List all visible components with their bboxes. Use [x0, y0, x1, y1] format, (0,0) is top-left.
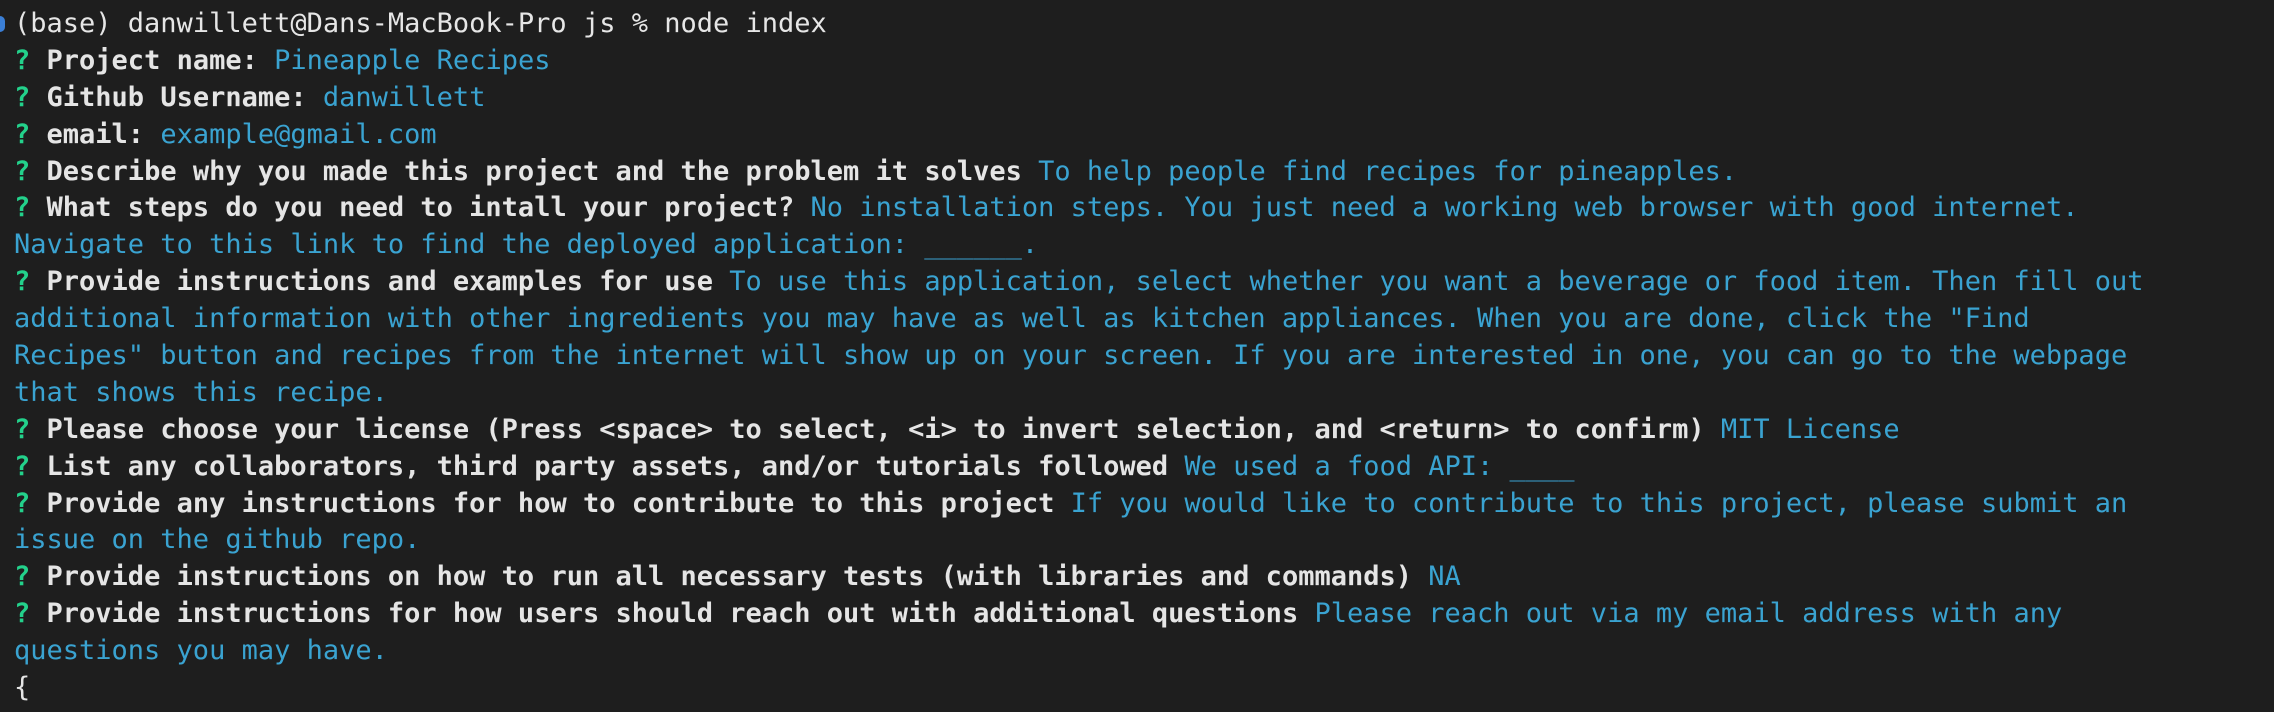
question-mark-icon: ? — [14, 118, 31, 150]
question-line-description: ? Describe why you made this project and… — [14, 154, 2274, 191]
question-label: Github Username: — [46, 81, 307, 113]
question-label: email: — [46, 118, 145, 150]
question-label: Please choose your license (Press <space… — [46, 413, 1705, 445]
answer-text: MIT License — [1720, 413, 1900, 445]
answer-text: Pineapple Recipes — [274, 44, 551, 76]
question-label: Provide instructions and examples for us… — [46, 266, 714, 298]
shell-prompt-line: (base) danwillett@Dans-MacBook-Pro js % … — [14, 8, 827, 39]
question-mark-icon: ? — [14, 192, 31, 224]
answer-text: NA — [1428, 561, 1461, 593]
answer-text: To use this application, select whether … — [729, 266, 2144, 298]
answer-text: Please reach out via my email address wi… — [1314, 598, 2063, 630]
answer-continuation: Navigate to this link to find the deploy… — [14, 229, 1039, 261]
trailing-output: { — [14, 672, 31, 704]
answer-text: danwillett — [322, 81, 486, 113]
question-mark-icon: ? — [14, 155, 31, 187]
question-label: Provide instructions for how users shoul… — [46, 598, 1299, 630]
question-line-email: ? email: example@gmail.com — [14, 117, 2274, 154]
question-line-license: ? Please choose your license (Press <spa… — [14, 412, 2274, 449]
answer-continuation: questions you may have. — [14, 635, 388, 667]
question-mark-icon: ? — [14, 81, 31, 113]
question-mark-icon: ? — [14, 266, 31, 298]
question-mark-icon: ? — [14, 450, 31, 482]
prompt-marker-icon — [0, 16, 5, 32]
question-label: Describe why you made this project and t… — [46, 155, 1022, 187]
question-label: List any collaborators, third party asse… — [46, 450, 1169, 482]
answer-text: We used a food API: ____ — [1184, 450, 1575, 482]
question-mark-icon: ? — [14, 487, 31, 519]
answer-continuation: issue on the github repo. — [14, 524, 421, 556]
question-label: Provide any instructions for how to cont… — [46, 487, 1055, 519]
question-mark-icon: ? — [14, 561, 31, 593]
question-line-tests: ? Provide instructions on how to run all… — [14, 559, 2274, 596]
question-mark-icon: ? — [14, 44, 31, 76]
question-label: Provide instructions on how to run all n… — [46, 561, 1412, 593]
question-line-github-username: ? Github Username: danwillett — [14, 80, 2274, 117]
question-label: What steps do you need to intall your pr… — [46, 192, 795, 224]
question-line-project-name: ? Project name: Pineapple Recipes — [14, 43, 2274, 80]
question-line-usage: ? Provide instructions and examples for … — [14, 264, 2274, 301]
answer-text: To help people find recipes for pineappl… — [1038, 155, 1738, 187]
answer-continuation: that shows this recipe. — [14, 376, 388, 408]
question-mark-icon: ? — [14, 598, 31, 630]
question-line-credits: ? List any collaborators, third party as… — [14, 449, 2274, 486]
answer-text: example@gmail.com — [160, 118, 437, 150]
answer-text: If you would like to contribute to this … — [1070, 487, 2128, 519]
question-label: Project name: — [46, 44, 258, 76]
answer-continuation: Recipes" button and recipes from the int… — [14, 340, 2128, 372]
question-line-questions: ? Provide instructions for how users sho… — [14, 596, 2274, 633]
question-line-contributing: ? Provide any instructions for how to co… — [14, 486, 2274, 523]
terminal-window[interactable]: (base) danwillett@Dans-MacBook-Pro js % … — [0, 0, 2274, 712]
answer-text: No installation steps. You just need a w… — [810, 192, 2079, 224]
question-mark-icon: ? — [14, 413, 31, 445]
answer-continuation: additional information with other ingred… — [14, 303, 2030, 335]
question-line-installation: ? What steps do you need to intall your … — [14, 190, 2274, 227]
